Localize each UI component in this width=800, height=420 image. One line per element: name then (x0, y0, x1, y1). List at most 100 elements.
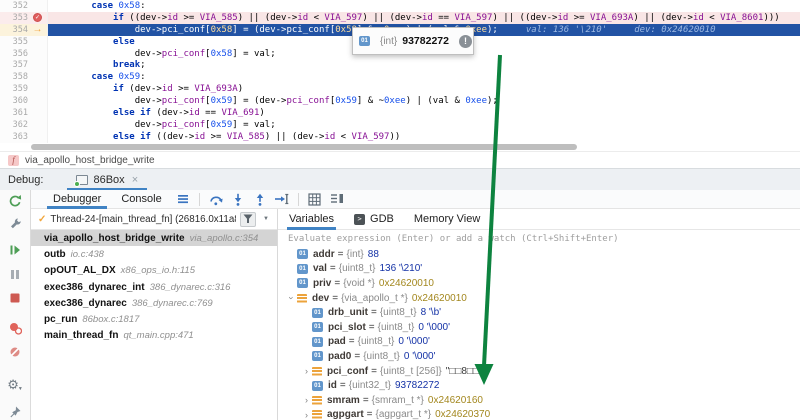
expand-chevron-icon[interactable]: › (301, 395, 312, 405)
stop-button[interactable] (7, 290, 23, 306)
settings-gear-button[interactable]: ⚙▼ (7, 376, 23, 392)
step-over-button[interactable] (208, 191, 224, 207)
gutter-cell[interactable]: 356 (0, 48, 48, 60)
info-icon[interactable]: ! (459, 35, 472, 48)
code-line-text[interactable]: if (dev->id >= VIA_693A) (48, 83, 800, 95)
view-breakpoints-button[interactable] (7, 320, 23, 336)
variable-row[interactable]: 01pci_slot={uint8_t}0 '\000' (278, 320, 800, 335)
code-line-text[interactable]: else if (dev->id == VIA_691) (48, 107, 800, 119)
debug-session-tab[interactable]: 86Box × (67, 169, 147, 191)
gutter-cell[interactable]: 361 (0, 107, 48, 119)
variable-row[interactable]: ›agpgart={agpgart_t *}0x24620370 (278, 408, 800, 420)
mute-breakpoints-button[interactable] (7, 344, 23, 360)
code-line[interactable]: 360 dev->pci_conf[0x59] = (dev->pci_conf… (0, 95, 800, 107)
code-line[interactable]: 359 if (dev->id >= VIA_693A) (0, 83, 800, 95)
debugger-settings-wrench-button[interactable] (7, 215, 23, 231)
code-line[interactable]: 353✓ if ((dev->id >= VIA_585) || (dev->i… (0, 12, 800, 24)
code-token: (dev-> (124, 84, 162, 94)
evaluate-expression-input[interactable]: Evaluate expression (Enter) or add a wat… (278, 230, 800, 247)
variable-row[interactable]: ›pci_conf={uint8_t [256]}"□□8□□" (278, 364, 800, 379)
variable-row[interactable]: 01pad={uint8_t}0 '\000' (278, 335, 800, 350)
frame-row[interactable]: pc_run86box.c:1817 (31, 311, 277, 327)
tab-variables[interactable]: Variables (289, 209, 334, 230)
code-line-text[interactable]: else if ((dev->id >= VIA_585) || (dev->i… (48, 131, 800, 143)
code-line[interactable]: 352 case 0x58: (0, 0, 800, 12)
gutter-cell[interactable]: 359 (0, 83, 48, 95)
gutter-cell[interactable]: 357 (0, 60, 48, 72)
code-editor[interactable]: 352 case 0x58:353✓ if ((dev->id >= VIA_5… (0, 0, 800, 143)
gutter-cell[interactable]: 363 (0, 131, 48, 143)
code-line-text[interactable]: dev->pci_conf[0x59] = (dev->pci_conf[0x5… (48, 95, 800, 107)
variable-type: {uint8_t [256]} (380, 366, 442, 377)
horizontal-scrollbar-thumb[interactable] (31, 144, 577, 150)
toolbar-separator (199, 193, 200, 206)
gutter-cell[interactable]: 353✓ (0, 12, 48, 24)
variable-row[interactable]: ›smram={smram_t *}0x24620160 (278, 393, 800, 408)
thread-selector[interactable]: ✓ Thread-24-[main_thread_fn] (26816.0x11… (31, 209, 277, 230)
code-line[interactable]: 358 case 0x59: (0, 71, 800, 83)
close-icon[interactable]: × (132, 174, 138, 186)
frame-row[interactable]: main_thread_fnqt_main.cpp:471 (31, 328, 277, 344)
rerun-debug-button[interactable] (7, 193, 23, 209)
resume-button[interactable] (7, 242, 23, 258)
pin-button[interactable] (7, 404, 23, 420)
tab-console[interactable]: Console (111, 190, 171, 209)
frame-row[interactable]: outbio.c:438 (31, 246, 277, 262)
code-token: ) || ((dev-> (492, 13, 557, 23)
code-token: id (297, 13, 308, 23)
code-line[interactable]: 363 else if ((dev->id >= VIA_585) || (de… (0, 131, 800, 143)
expand-chevron-icon[interactable]: › (301, 366, 312, 376)
frame-row[interactable]: exec386_dynarec_int386_dynarec.c:316 (31, 279, 277, 295)
variable-row[interactable]: 01priv={void *}0x24620010 (278, 276, 800, 291)
variable-row[interactable]: 01drb_unit={uint8_t}8 '\b' (278, 305, 800, 320)
run-to-cursor-button[interactable] (274, 191, 290, 207)
gutter-cell[interactable]: 362 (0, 119, 48, 131)
pause-button[interactable] (7, 266, 23, 282)
gutter-cell[interactable]: 358 (0, 71, 48, 83)
variable-row[interactable]: 01addr={int}88 (278, 247, 800, 262)
equals-sign: = (330, 263, 336, 274)
code-line[interactable]: 362 dev->pci_conf[0x59] = val; (0, 119, 800, 131)
expand-chevron-icon[interactable]: › (301, 410, 312, 420)
breakpoint-icon[interactable]: ✓ (33, 13, 42, 22)
gutter-cell[interactable]: 352 (0, 0, 48, 12)
code-line-text[interactable]: case 0x58: (48, 0, 800, 12)
frame-row[interactable]: via_apollo_host_bridge_writevia_apollo.c… (31, 230, 277, 246)
view-options-icon[interactable] (175, 191, 191, 207)
variable-value: 0x24620010 (379, 278, 434, 289)
variable-type: {smram_t *} (372, 395, 424, 406)
frame-location: x86_ops_io.h:115 (121, 265, 195, 276)
code-line-text[interactable]: break; (48, 60, 800, 72)
code-line-text[interactable]: case 0x59: (48, 71, 800, 83)
code-token: ); (487, 96, 498, 106)
frame-row[interactable]: opOUT_AL_DXx86_ops_io.h:115 (31, 263, 277, 279)
primitive-type-icon: 01 (359, 36, 370, 46)
gutter-cell[interactable]: 360 (0, 95, 48, 107)
variable-row[interactable]: 01id={uint32_t}93782272 (278, 378, 800, 393)
variable-row[interactable]: 01val={uint8_t}136 '\210' (278, 262, 800, 277)
code-line[interactable]: 361 else if (dev->id == VIA_691) (0, 107, 800, 119)
step-out-button[interactable] (252, 191, 268, 207)
variable-row[interactable]: ›dev={via_apollo_t *}0x24620010 (278, 291, 800, 306)
code-line-text[interactable]: dev->pci_conf[0x59] = val; (48, 119, 800, 131)
gutter-cell[interactable]: 354→ (0, 24, 48, 36)
variable-row[interactable]: 01pad0={uint8_t}0 '\000' (278, 349, 800, 364)
code-token: < (308, 13, 324, 23)
frames-filter-button[interactable] (240, 212, 256, 227)
thread-dropdown-arrow-icon[interactable]: ▼ (260, 216, 272, 222)
inline-debugger-hint: val: 136 '\210' dev: 0x24620010 (526, 25, 716, 35)
frame-row[interactable]: exec386_dynarec386_dynarec.c:769 (31, 295, 277, 311)
tab-debugger[interactable]: Debugger (43, 190, 111, 209)
restore-layout-button[interactable] (329, 191, 345, 207)
step-into-button[interactable] (230, 191, 246, 207)
primitive-type-icon: 01 (312, 351, 323, 361)
breadcrumb[interactable]: f via_apollo_host_bridge_write (0, 151, 800, 168)
code-line[interactable]: 357 break; (0, 60, 800, 72)
expand-chevron-icon[interactable]: › (287, 293, 297, 304)
tab-memory-view[interactable]: Memory View (414, 209, 480, 230)
code-line-text[interactable]: if ((dev->id >= VIA_585) || (dev->id < V… (48, 12, 800, 24)
gutter-cell[interactable]: 355 (0, 36, 48, 48)
code-token: id (422, 13, 433, 23)
tab-gdb[interactable]: > GDB (354, 209, 394, 230)
evaluate-expression-button[interactable] (307, 191, 323, 207)
